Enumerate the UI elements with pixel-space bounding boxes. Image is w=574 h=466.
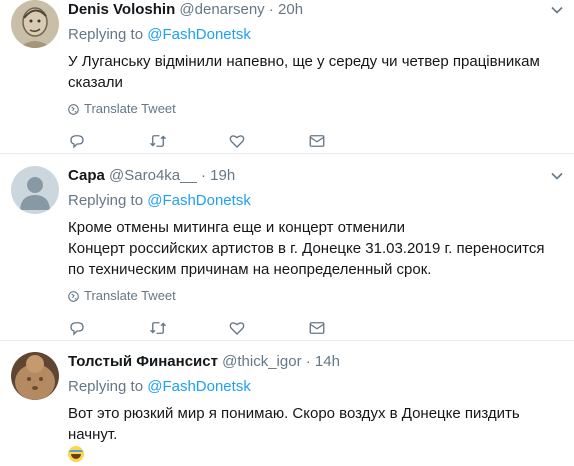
direct-message-button[interactable] [308, 318, 388, 338]
tweet-actions [68, 131, 564, 151]
user-handle[interactable]: @Saro4ka__ [109, 167, 197, 184]
tweet-actions [68, 318, 564, 338]
tweet-text: У Луганську відмінили напевно, ще у сере… [68, 53, 540, 91]
retweet-button[interactable] [148, 318, 228, 338]
avatar[interactable] [11, 0, 59, 48]
tweet-1[interactable]: Denis Voloshin @denarseny · 20h Replying… [0, 0, 574, 152]
replying-prefix: Replying to [68, 26, 144, 43]
direct-message-button[interactable] [308, 131, 388, 151]
like-icon [229, 135, 245, 148]
globe-icon [68, 290, 79, 302]
translate-label: Translate Tweet [84, 288, 176, 303]
replying-to-link[interactable]: @FashDonetsk [147, 192, 251, 209]
user-handle[interactable]: @denarseny [179, 1, 264, 18]
timestamp[interactable]: 14h [315, 353, 340, 370]
reply-button[interactable] [68, 318, 148, 338]
tweet-header: Толстый Финансист @thick_igor · 14h [68, 352, 564, 372]
message-icon [309, 135, 325, 147]
user-handle[interactable]: @thick_igor [222, 353, 301, 370]
tweet-text-container: Вот это рюзкий мир я понимаю. Скоро возд… [68, 403, 564, 466]
tweet-header: Сара @Saro4ka__ · 19h [68, 166, 564, 186]
like-button[interactable] [228, 318, 308, 338]
reply-button[interactable] [68, 131, 148, 151]
avatar-image [11, 0, 59, 48]
translate-tweet-button[interactable]: Translate Tweet [68, 288, 564, 304]
translate-label: Translate Tweet [84, 101, 176, 116]
like-button[interactable] [228, 131, 308, 151]
default-avatar-icon [11, 166, 59, 214]
retweet-button[interactable] [148, 131, 228, 151]
display-name[interactable]: Сара [68, 167, 105, 184]
replying-prefix: Replying to [68, 192, 144, 209]
translate-tweet-button[interactable]: Translate Tweet [68, 101, 564, 117]
reply-icon [70, 322, 84, 336]
message-icon [309, 322, 325, 334]
replying-to: Replying to @FashDonetsk [68, 191, 564, 211]
replying-to-link[interactable]: @FashDonetsk [147, 26, 251, 43]
timestamp[interactable]: 19h [210, 167, 235, 184]
display-name[interactable]: Denis Voloshin [68, 1, 175, 18]
separator-dot: · [201, 167, 206, 184]
tweet-header: Denis Voloshin @denarseny · 20h [68, 0, 564, 20]
replying-to-link[interactable]: @FashDonetsk [147, 378, 251, 395]
tweet-3[interactable]: Толстый Финансист @thick_igor · 14h Repl… [0, 352, 574, 462]
reply-icon [70, 135, 84, 149]
chevron-down-icon[interactable] [550, 3, 564, 17]
replying-to: Replying to @FashDonetsk [68, 377, 564, 397]
display-name[interactable]: Толстый Финансист [68, 353, 218, 370]
rolling-laughing-emoji [68, 446, 84, 462]
retweet-icon [150, 135, 166, 147]
tweet-2[interactable]: Сара @Saro4ka__ · 19h Replying to @FashD… [0, 166, 574, 338]
separator-dot: · [305, 353, 311, 370]
avatar[interactable] [11, 166, 59, 214]
avatar-image [11, 352, 59, 400]
replying-to: Replying to @FashDonetsk [68, 25, 564, 45]
tweet-text: Вот это рюзкий мир я понимаю. Скоро возд… [68, 405, 520, 443]
tweet-divider [0, 153, 574, 154]
replying-prefix: Replying to [68, 378, 144, 395]
timestamp[interactable]: 20h [278, 1, 303, 18]
avatar[interactable] [11, 352, 59, 400]
globe-icon [68, 103, 79, 115]
like-icon [229, 322, 245, 335]
chevron-down-icon[interactable] [550, 169, 564, 183]
tweet-text: Кроме отмены митинга еще и концерт отмен… [68, 219, 545, 278]
retweet-icon [150, 322, 166, 334]
separator-dot: · [268, 1, 274, 18]
tweet-divider [0, 340, 574, 341]
